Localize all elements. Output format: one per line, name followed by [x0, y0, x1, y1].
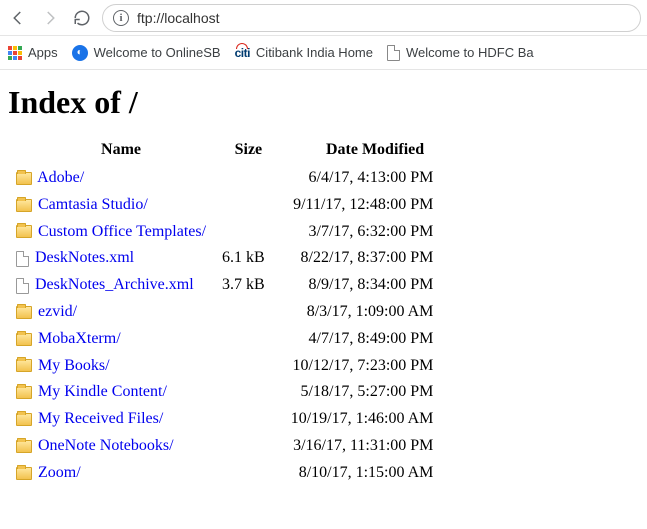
entry-size: [214, 165, 283, 192]
entry-size: [214, 353, 283, 380]
entry-size: 6.1 kB: [214, 245, 283, 272]
entry-link[interactable]: DeskNotes_Archive.xml: [35, 276, 194, 293]
table-row: MobaXterm/4/7/17, 8:49:00 PM: [8, 326, 437, 353]
folder-icon: [16, 225, 32, 238]
forward-button[interactable]: [38, 6, 62, 30]
folder-icon: [16, 413, 32, 426]
table-row: My Received Files/10/19/17, 1:46:00 AM: [8, 406, 437, 433]
col-date: Date Modified: [283, 139, 438, 165]
col-name: Name: [8, 139, 214, 165]
page-icon: [387, 45, 400, 61]
folder-icon: [16, 333, 32, 346]
col-size: Size: [214, 139, 283, 165]
table-row: My Kindle Content/5/18/17, 5:27:00 PM: [8, 379, 437, 406]
entry-link[interactable]: Adobe/: [37, 169, 84, 186]
site-info-icon[interactable]: i: [113, 10, 129, 26]
address-bar[interactable]: i ftp://localhost: [102, 4, 641, 32]
entry-link[interactable]: OneNote Notebooks/: [38, 437, 174, 454]
directory-listing: Name Size Date Modified Adobe/6/4/17, 4:…: [8, 139, 437, 487]
entry-size: [214, 299, 283, 326]
entry-date: 10/19/17, 1:46:00 AM: [283, 406, 438, 433]
entry-link[interactable]: MobaXterm/: [38, 330, 121, 347]
folder-icon: [16, 199, 32, 212]
bookmark-sbi[interactable]: ◐ Welcome to OnlineSB: [72, 45, 221, 61]
entry-size: [214, 379, 283, 406]
entry-size: [214, 219, 283, 246]
url-text: ftp://localhost: [137, 10, 220, 26]
entry-link[interactable]: DeskNotes.xml: [35, 249, 134, 266]
entry-date: 10/12/17, 7:23:00 PM: [283, 353, 438, 380]
entry-link[interactable]: Camtasia Studio/: [38, 196, 148, 213]
entry-date: 8/3/17, 1:09:00 AM: [283, 299, 438, 326]
table-row: OneNote Notebooks/3/16/17, 11:31:00 PM: [8, 433, 437, 460]
entry-date: 8/22/17, 8:37:00 PM: [283, 245, 438, 272]
entry-size: [214, 460, 283, 487]
bookmarks-bar: Apps ◐ Welcome to OnlineSB citi Citibank…: [0, 36, 647, 70]
bookmark-label: Apps: [28, 45, 58, 60]
table-row: Zoom/8/10/17, 1:15:00 AM: [8, 460, 437, 487]
folder-icon: [16, 172, 32, 185]
entry-link[interactable]: ezvid/: [38, 303, 77, 320]
entry-date: 9/11/17, 12:48:00 PM: [283, 192, 438, 219]
bookmark-apps[interactable]: Apps: [8, 45, 58, 60]
entry-link[interactable]: Zoom/: [38, 464, 81, 481]
browser-toolbar: i ftp://localhost: [0, 0, 647, 36]
entry-size: [214, 433, 283, 460]
entry-date: 4/7/17, 8:49:00 PM: [283, 326, 438, 353]
bookmark-label: Citibank India Home: [256, 45, 373, 60]
sbi-icon: ◐: [72, 45, 88, 61]
table-row: ezvid/8/3/17, 1:09:00 AM: [8, 299, 437, 326]
back-button[interactable]: [6, 6, 30, 30]
entry-link[interactable]: My Received Files/: [38, 410, 163, 427]
table-row: DeskNotes_Archive.xml 3.7 kB8/9/17, 8:34:…: [8, 272, 437, 299]
folder-icon: [16, 359, 32, 372]
entry-link[interactable]: My Books/: [38, 357, 110, 374]
folder-icon: [16, 306, 32, 319]
entry-size: [214, 192, 283, 219]
page-title: Index of /: [8, 84, 639, 121]
table-row: Adobe/6/4/17, 4:13:00 PM: [8, 165, 437, 192]
bookmark-hdfc[interactable]: Welcome to HDFC Ba: [387, 45, 534, 61]
folder-icon: [16, 440, 32, 453]
entry-date: 3/16/17, 11:31:00 PM: [283, 433, 438, 460]
bookmark-label: Welcome to HDFC Ba: [406, 45, 534, 60]
table-row: My Books/10/12/17, 7:23:00 PM: [8, 353, 437, 380]
bookmark-citi[interactable]: citi Citibank India Home: [235, 45, 373, 60]
folder-icon: [16, 467, 32, 480]
table-row: Custom Office Templates/3/7/17, 6:32:00 …: [8, 219, 437, 246]
table-row: Camtasia Studio/9/11/17, 12:48:00 PM: [8, 192, 437, 219]
file-icon: [16, 251, 29, 267]
reload-button[interactable]: [70, 6, 94, 30]
entry-link[interactable]: Custom Office Templates/: [38, 223, 206, 240]
entry-link[interactable]: My Kindle Content/: [38, 383, 167, 400]
entry-date: 5/18/17, 5:27:00 PM: [283, 379, 438, 406]
citi-icon: citi: [235, 46, 250, 60]
folder-icon: [16, 386, 32, 399]
file-icon: [16, 278, 29, 294]
entry-date: 3/7/17, 6:32:00 PM: [283, 219, 438, 246]
table-row: DeskNotes.xml 6.1 kB8/22/17, 8:37:00 PM: [8, 245, 437, 272]
bookmark-label: Welcome to OnlineSB: [94, 45, 221, 60]
entry-date: 6/4/17, 4:13:00 PM: [283, 165, 438, 192]
entry-size: 3.7 kB: [214, 272, 283, 299]
apps-icon: [8, 46, 22, 60]
entry-size: [214, 406, 283, 433]
page-content: Index of / Name Size Date Modified Adobe…: [0, 70, 647, 507]
entry-date: 8/9/17, 8:34:00 PM: [283, 272, 438, 299]
entry-size: [214, 326, 283, 353]
entry-date: 8/10/17, 1:15:00 AM: [283, 460, 438, 487]
